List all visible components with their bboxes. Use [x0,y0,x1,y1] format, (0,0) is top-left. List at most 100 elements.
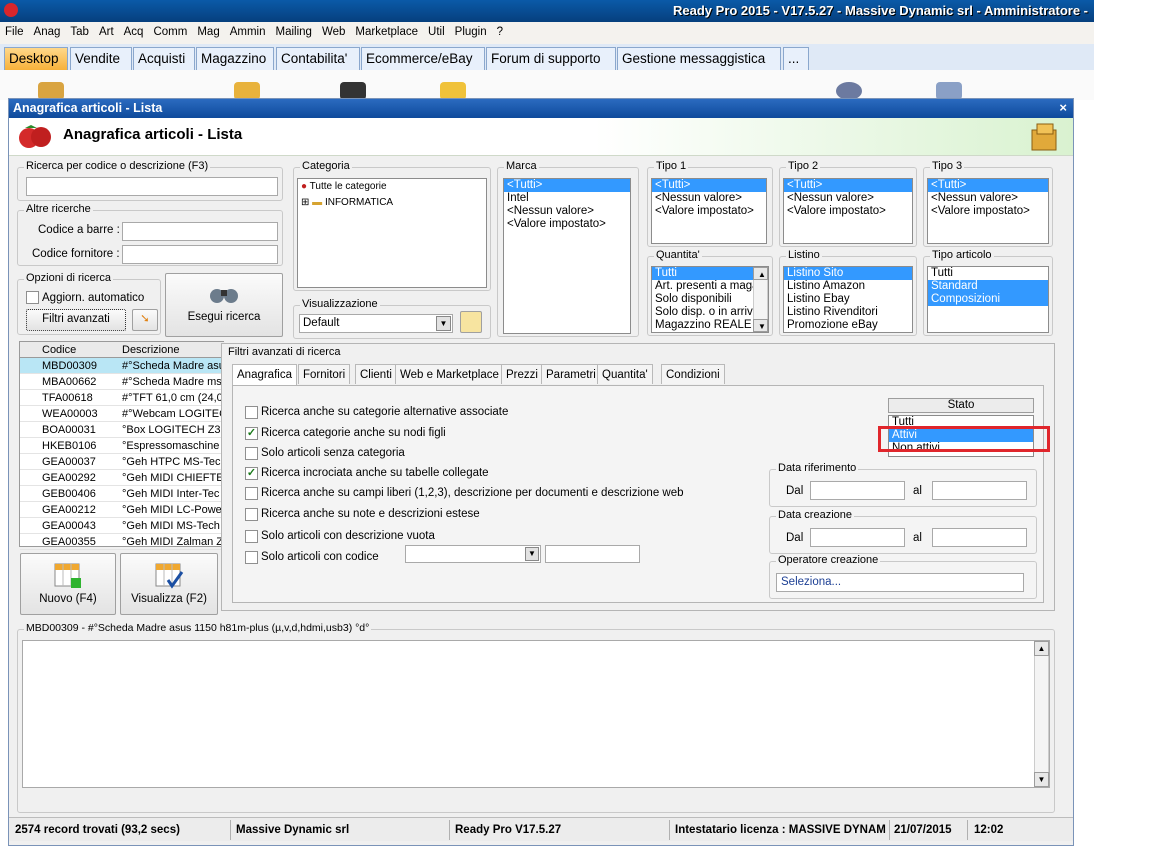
check-note-estese[interactable] [245,508,258,521]
detail-textarea[interactable]: ▲ ▼ [22,640,1050,788]
scroll-up-icon[interactable]: ▲ [1034,641,1049,656]
list-item[interactable]: Solo disponibili [652,293,768,306]
listino-list[interactable]: Listino Sito Listino Amazon Listino Ebay Li… [783,266,913,333]
table-row[interactable]: TFA00618 #°TFT 61,0 cm (24,0 [20,390,225,406]
list-item[interactable]: Listino Sito [784,267,912,280]
tipo-articolo-list[interactable]: Tutti Standard Composizioni [927,266,1049,333]
table-row[interactable]: MBD00309 #°Scheda Madre asu [20,358,225,374]
codice-condition-select[interactable]: ▼ [405,545,541,563]
check-con-codice[interactable] [245,551,258,564]
tab-quantita[interactable]: Quantita' [597,364,653,384]
tipo3-list[interactable]: <Tutti> <Nessun valore> <Valore impostato> [927,178,1049,244]
list-item[interactable]: Magazzino REALE [652,319,768,332]
data-cre-dal-input[interactable] [810,528,905,547]
list-item[interactable]: <Valore impostato> [652,205,766,218]
quantita-scrollbar[interactable]: ▲ ▼ [753,267,768,332]
tab-ecommerce[interactable]: Ecommerce/eBay [361,47,485,70]
quantita-list[interactable]: Tutti Art. presenti a maga Solo disponibil… [651,266,769,333]
aggiorn-checkbox[interactable] [26,291,39,304]
menu-acq[interactable]: Acq [119,22,149,38]
list-item[interactable]: Promozione eBay [784,319,912,332]
operatore-select[interactable]: Seleziona... [776,573,1024,592]
list-item[interactable]: <Nessun valore> [928,192,1048,205]
tab-more[interactable]: ... [783,47,809,70]
nuovo-button[interactable]: Nuovo (F4) [20,553,116,615]
search-input[interactable] [26,177,278,196]
detail-scrollbar[interactable]: ▲ ▼ [1034,641,1049,787]
table-row[interactable]: GEA00355 °Geh MIDI Zalman Z [20,534,225,550]
arrow-icon[interactable]: ➘ [132,309,158,331]
list-item[interactable]: Solo disp. o in arrivo [652,306,768,319]
list-item[interactable]: Listino Amazon [784,280,912,293]
menu-help[interactable]: ? [492,22,508,38]
list-item[interactable]: <Tutti> [652,179,766,192]
tab-messaggistica[interactable]: Gestione messaggistica [617,47,781,70]
table-row[interactable]: BOA00031 °Box LOGITECH Z32 [20,422,225,438]
tab-vendite[interactable]: Vendite [70,47,132,70]
table-row[interactable]: GEA00037 °Geh HTPC MS-Tech [20,454,225,470]
tree-root[interactable]: ● Tutte le categorie [298,179,486,195]
articoli-grid[interactable]: Codice Descrizione MBD00309 #°Scheda Madr… [19,341,225,550]
tipo1-list[interactable]: <Tutti> <Nessun valore> <Valore impostato> [651,178,767,244]
tab-condizioni[interactable]: Condizioni [661,364,725,384]
check-campi-liberi[interactable] [245,487,258,500]
tab-contabilita[interactable]: Contabilita' [276,47,360,70]
table-row[interactable]: GEA00292 °Geh MIDI CHIEFTEC [20,470,225,486]
folder-icon[interactable] [460,311,482,333]
menu-plugin[interactable]: Plugin [450,22,492,38]
scroll-down-icon[interactable]: ▼ [1034,772,1049,787]
barcode-input[interactable] [122,222,278,241]
table-row[interactable]: HKEB0106 °Espressomaschine D [20,438,225,454]
categoria-tree[interactable]: ● Tutte le categorie ⊞ ▬ INFORMATICA [297,178,487,288]
menu-web[interactable]: Web [317,22,350,38]
menu-tab[interactable]: Tab [65,22,94,38]
list-item[interactable]: <Valore impostato> [504,218,630,231]
check-senza-categoria[interactable] [245,447,258,460]
list-item[interactable]: <Tutti> [504,179,630,192]
tab-magazzino[interactable]: Magazzino [196,47,274,70]
tab-anagrafica[interactable]: Anagrafica [232,364,297,386]
menu-ammin[interactable]: Ammin [225,22,271,38]
tipo2-list[interactable]: <Tutti> <Nessun valore> <Valore impostato> [783,178,913,244]
menu-util[interactable]: Util [423,22,450,38]
table-row[interactable]: GEA00043 °Geh MIDI MS-Tech [20,518,225,534]
table-row[interactable]: GEA00212 °Geh MIDI LC-Power [20,502,225,518]
list-item[interactable]: Art. presenti a maga [652,280,768,293]
tree-informatica[interactable]: ⊞ ▬ INFORMATICA [298,195,486,211]
check-ricerca-incrociata[interactable]: ✓ [245,467,258,480]
tab-clienti[interactable]: Clienti [355,364,397,384]
list-item[interactable]: Listino Rivenditori [784,306,912,319]
esegui-ricerca-button[interactable]: Esegui ricerca [165,273,283,337]
check-categorie-alternative[interactable] [245,406,258,419]
close-icon[interactable]: × [1059,100,1067,115]
codice-value-input[interactable] [545,545,640,563]
data-rif-al-input[interactable] [932,481,1027,500]
list-item[interactable]: Intel [504,192,630,205]
scroll-down-icon[interactable]: ▼ [753,319,768,332]
list-item[interactable]: <Tutti> [928,179,1048,192]
list-item[interactable]: <Nessun valore> [504,205,630,218]
list-item[interactable]: Composizioni [928,293,1048,306]
marca-list[interactable]: <Tutti> Intel <Nessun valore> <Valore im… [503,178,631,334]
menu-marketplace[interactable]: Marketplace [350,22,423,38]
tab-parametri[interactable]: Parametri [541,364,601,384]
check-nodi-figli[interactable]: ✓ [245,427,258,440]
tab-acquisti[interactable]: Acquisti [133,47,195,70]
table-row[interactable]: GEB00406 °Geh MIDI Inter-Tec [20,486,225,502]
tab-prezzi[interactable]: Prezzi [501,364,543,384]
tab-desktop[interactable]: Desktop [4,47,68,70]
filtri-avanzati-button[interactable]: Filtri avanzati [26,309,126,331]
list-item[interactable]: Standard [928,280,1048,293]
column-codice[interactable]: Codice [42,344,76,356]
list-item[interactable]: <Valore impostato> [928,205,1048,218]
list-item[interactable]: <Nessun valore> [784,192,912,205]
menu-anag[interactable]: Anag [29,22,66,38]
list-item[interactable]: Tutti [652,267,753,280]
check-descrizione-vuota[interactable] [245,530,258,543]
menu-file[interactable]: File [0,22,29,38]
visualizzazione-select[interactable]: Default ▼ [299,314,453,333]
list-item[interactable]: <Nessun valore> [652,192,766,205]
list-item[interactable]: <Valore impostato> [784,205,912,218]
menu-mag[interactable]: Mag [192,22,224,38]
scroll-up-icon[interactable]: ▲ [753,267,768,280]
